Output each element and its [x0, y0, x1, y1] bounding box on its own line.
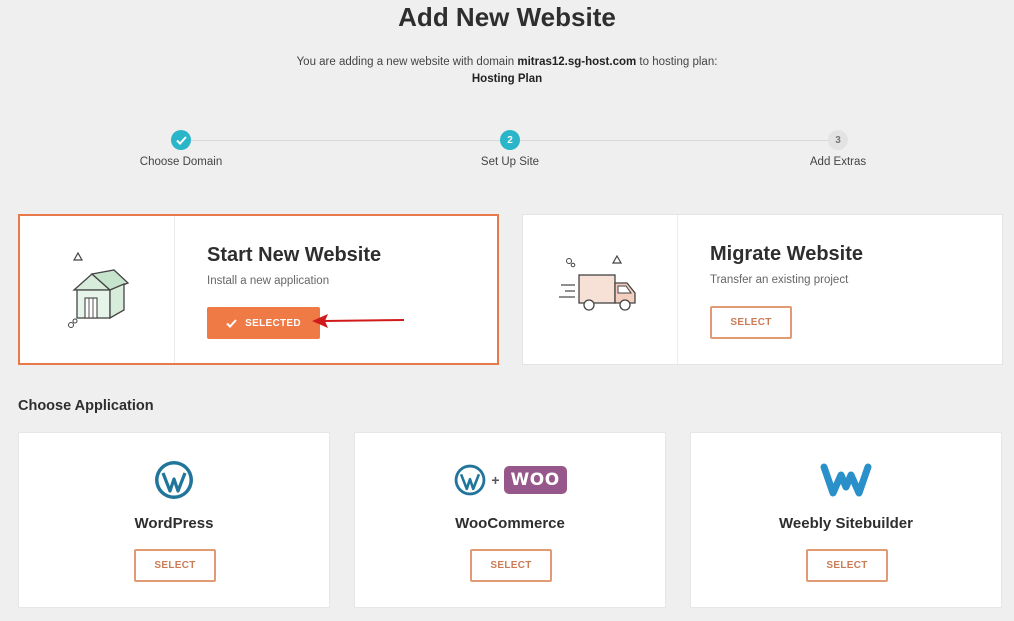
section-heading: Choose Application — [18, 398, 154, 414]
app-logo: + WOO — [355, 458, 665, 502]
app-name: WordPress — [134, 515, 214, 532]
intro-text: You are adding a new website with domain… — [0, 54, 1014, 88]
weebly-icon — [820, 463, 872, 497]
app-card-weebly[interactable]: Weebly Sitebuilder SELECT — [690, 432, 1002, 608]
checkmark-icon — [171, 130, 191, 150]
truck-icon — [559, 254, 636, 311]
app-card-wordpress[interactable]: WordPress SELECT — [18, 432, 330, 608]
app-name: WooCommerce — [455, 515, 565, 532]
plus-sign: + — [491, 472, 500, 488]
house-illustration — [20, 216, 175, 363]
progress-stepper: Choose Domain 2 Set Up Site 3 Add Extras — [0, 130, 1014, 180]
mode-title: Migrate Website — [710, 243, 863, 265]
select-migrate-button[interactable]: SELECT — [710, 306, 792, 339]
woo-logo-text: WOO — [510, 470, 560, 490]
mode-subtitle: Install a new application — [207, 275, 330, 287]
app-logo — [19, 458, 329, 502]
step-set-up-site: 2 Set Up Site — [430, 130, 590, 168]
checkmark-icon — [226, 318, 237, 328]
step-number: 3 — [828, 130, 848, 150]
app-logo — [691, 458, 1001, 502]
step-number: 2 — [500, 130, 520, 150]
plan-name: Hosting Plan — [471, 73, 543, 85]
wordpress-icon — [454, 464, 486, 496]
app-card-woocommerce[interactable]: + WOO WooCommerce SELECT — [354, 432, 666, 608]
domain-name: mitras12.sg-host.com — [517, 56, 637, 68]
intro-prefix: You are adding a new website with domain — [296, 56, 518, 68]
intro-suffix: to hosting plan: — [636, 56, 718, 68]
step-label: Set Up Site — [480, 156, 540, 168]
select-wordpress-button[interactable]: SELECT — [134, 549, 216, 582]
app-name: Weebly Sitebuilder — [779, 515, 913, 532]
migrate-website-card[interactable]: Migrate Website Transfer an existing pro… — [522, 214, 1003, 365]
start-new-website-card[interactable]: Start New Website Install a new applicat… — [18, 214, 499, 365]
select-woocommerce-button[interactable]: SELECT — [470, 549, 552, 582]
mode-title: Start New Website — [207, 244, 382, 266]
wordpress-icon — [155, 461, 193, 499]
step-choose-domain[interactable]: Choose Domain — [101, 130, 261, 168]
selected-button-label: SELECTED — [245, 317, 301, 329]
step-label: Choose Domain — [139, 156, 223, 168]
page-title: Add New Website — [398, 2, 616, 32]
step-add-extras: 3 Add Extras — [758, 130, 918, 168]
truck-illustration — [523, 215, 678, 364]
mode-subtitle: Transfer an existing project — [710, 274, 849, 286]
step-label: Add Extras — [809, 156, 867, 168]
woocommerce-icon: WOO — [503, 466, 567, 494]
house-icon — [68, 251, 130, 328]
annotation-arrow-icon — [312, 314, 405, 328]
select-weebly-button[interactable]: SELECT — [806, 549, 888, 582]
selected-button[interactable]: SELECTED — [207, 307, 320, 339]
